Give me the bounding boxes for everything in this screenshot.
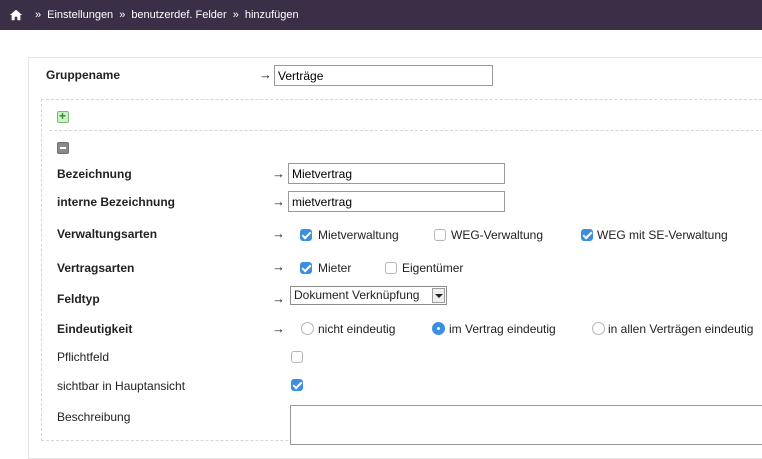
option-label: WEG-Verwaltung [451,228,544,242]
bezeichnung-label: Bezeichnung [57,167,132,181]
checkbox-mietverwaltung[interactable] [300,229,312,241]
checkbox-weg-se-verwaltung[interactable] [581,229,593,241]
breadcrumb-separator: » [232,9,239,21]
home-icon[interactable] [9,8,23,22]
group-name-label: Gruppename [46,68,121,82]
sichtbar-label: sichtbar in Hauptansicht [57,379,186,393]
radio-im-vertrag-eindeutig[interactable] [432,322,445,335]
breadcrumb-current: hinzufügen [244,9,299,21]
arrow-icon: → [272,321,285,336]
arrow-icon: → [259,67,272,82]
option-label: Eigentümer [402,261,464,275]
breadcrumb: » Einstellungen » benutzerdef. Felder » … [0,0,762,30]
checkbox-weg-verwaltung[interactable] [434,229,446,241]
beschreibung-textarea[interactable] [290,405,762,445]
breadcrumb-separator: » [35,9,42,21]
plus-icon[interactable] [57,109,69,123]
arrow-icon: → [272,226,285,241]
breadcrumb-separator: » [119,9,126,21]
verwaltungsarten-label: Verwaltungsarten [57,227,158,241]
arrow-icon: → [272,291,285,306]
option-label: in allen Verträgen eindeutig [608,322,754,336]
feldtyp-selected-value: Dokument Verknüpfung [294,288,420,302]
arrow-icon: → [272,259,285,274]
beschreibung-label: Beschreibung [57,410,131,424]
checkbox-sichtbar[interactable] [291,379,303,391]
checkbox-eigentuemer[interactable] [385,262,397,274]
bezeichnung-input[interactable] [288,163,505,184]
arrow-icon: → [272,194,285,209]
group-name-input[interactable] [274,65,493,86]
chevron-down-icon[interactable] [432,288,445,303]
option-label: Mieter [318,261,352,275]
breadcrumb-benutzerdef-felder[interactable]: benutzerdef. Felder [131,9,226,21]
option-label: nicht eindeutig [318,322,396,336]
radio-in-allen-vertraegen-eindeutig[interactable] [592,322,605,335]
minus-icon[interactable] [57,142,69,154]
option-label: Mietverwaltung [318,228,399,242]
pflichtfeld-label: Pflichtfeld [57,350,110,364]
feldtyp-select[interactable]: Dokument Verknüpfung [290,286,447,305]
interne-bezeichnung-input[interactable] [288,191,505,212]
checkbox-mieter[interactable] [300,262,312,274]
eindeutigkeit-label: Eindeutigkeit [57,322,133,336]
checkbox-pflichtfeld[interactable] [291,351,303,363]
feldtyp-label: Feldtyp [57,292,100,306]
arrow-icon: → [272,166,285,181]
radio-nicht-eindeutig[interactable] [301,322,314,335]
option-label: WEG mit SE-Verwaltung [597,228,728,242]
option-label: im Vertrag eindeutig [449,322,556,336]
breadcrumb-einstellungen[interactable]: Einstellungen [47,9,113,21]
interne-bezeichnung-label: interne Bezeichnung [57,195,176,209]
vertragsarten-label: Vertragsarten [57,261,135,275]
